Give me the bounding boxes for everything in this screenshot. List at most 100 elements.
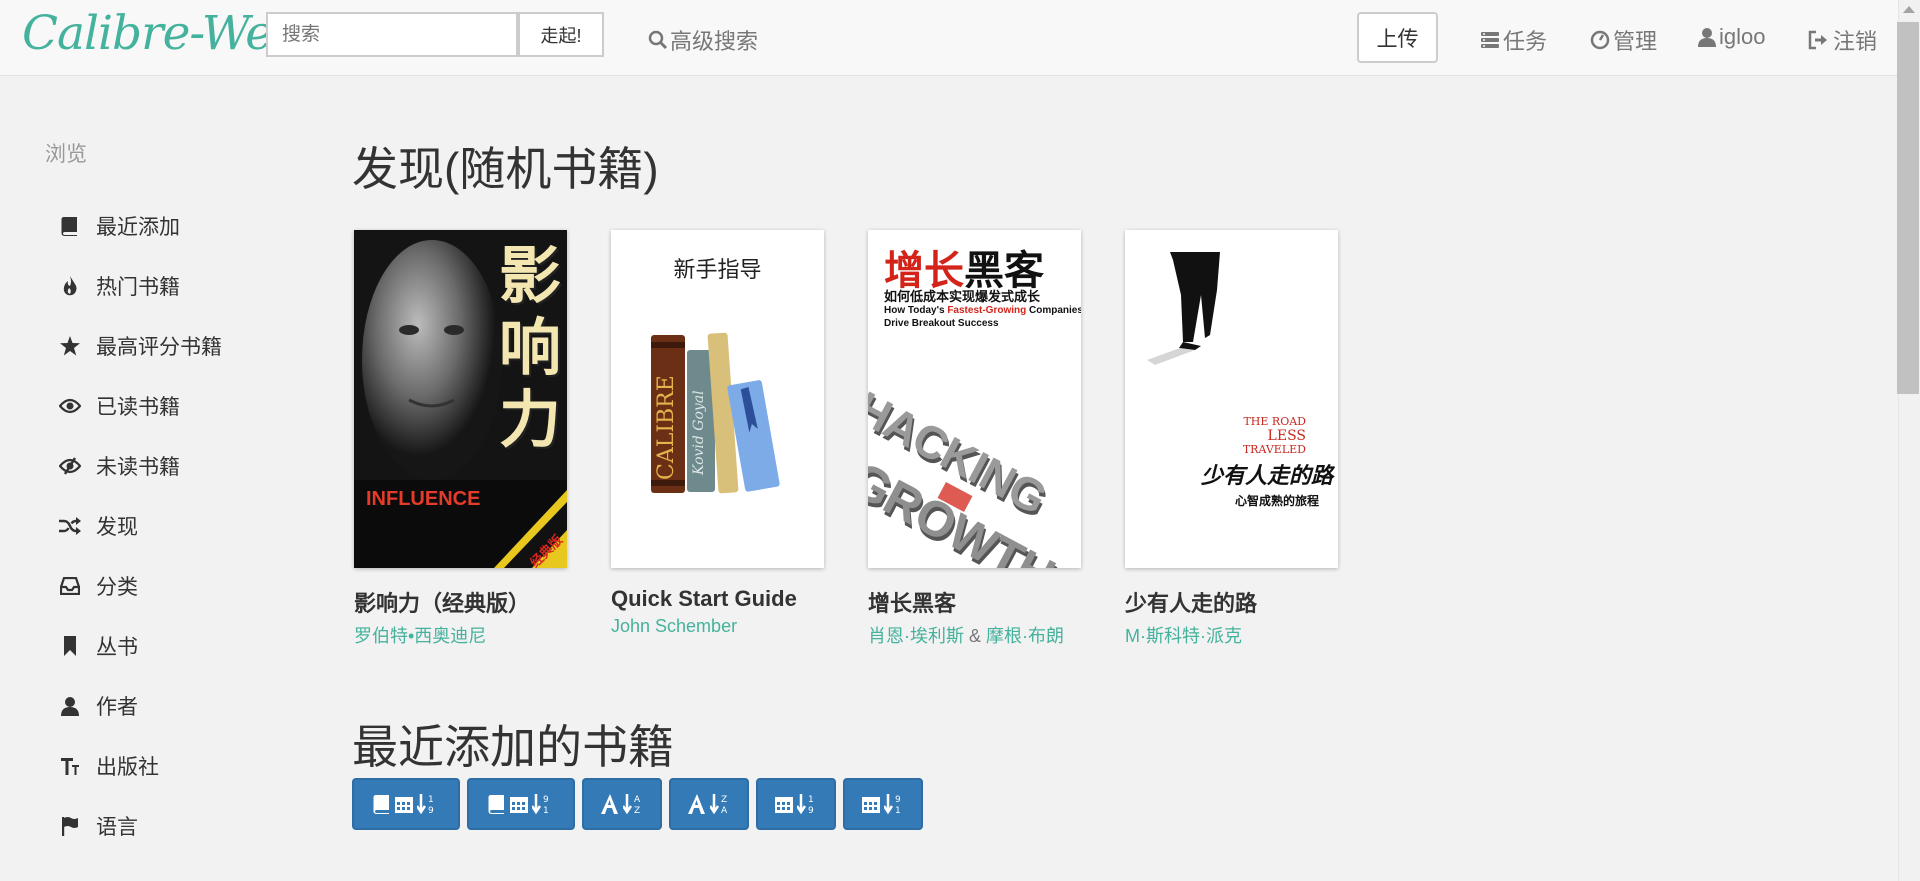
search-go-button[interactable]: 走起!: [518, 12, 604, 57]
advanced-search-label: 高级搜索: [670, 29, 759, 54]
flag-icon: [58, 816, 82, 836]
sort-title-az-button[interactable]: AZ: [582, 778, 662, 830]
search-icon: [648, 30, 668, 50]
book-cover[interactable]: 影 响 力 INFLUENCE 经典版: [354, 230, 567, 568]
calendar-icon: [774, 797, 793, 813]
book-title[interactable]: 少有人走的路: [1125, 586, 1338, 618]
sidebar-item-label: 语言: [96, 816, 138, 839]
svg-text:9: 9: [543, 795, 549, 805]
dashboard-icon: [1590, 30, 1610, 50]
sidebar-item-label: 出版社: [96, 756, 159, 779]
sort-pubdate-new-button[interactable]: 19: [756, 778, 836, 830]
sort-numeric-asc-icon: 91: [883, 794, 901, 815]
search-input[interactable]: [266, 12, 518, 57]
user-link[interactable]: igloo: [1698, 24, 1765, 50]
tasks-icon: [1481, 32, 1499, 48]
admin-label: 管理: [1613, 29, 1658, 54]
cover-eng-line: THE ROAD: [1243, 415, 1306, 428]
cover-eng-text: Drive Breakout Success: [884, 318, 999, 329]
sidebar-item-label: 丛书: [96, 636, 138, 659]
sort-pubdate-old-button[interactable]: 91: [843, 778, 923, 830]
cover-subtitle: INFLUENCE: [366, 488, 481, 510]
sidebar-item-label: 最高评分书籍: [96, 336, 222, 359]
sidebar-item-series[interactable]: 丛书: [58, 631, 138, 661]
sidebar-item-unread[interactable]: 未读书籍: [58, 451, 180, 481]
book-card: THE ROAD LESS TRAVELED 少有人走的路 心智成熟的旅程 少有…: [1125, 230, 1338, 648]
sidebar-item-discover[interactable]: 发现: [58, 511, 138, 541]
sidebar-item-top-rated[interactable]: 最高评分书籍: [58, 331, 222, 361]
cover-eng-text: Companies: [1029, 305, 1081, 316]
svg-text:Z: Z: [721, 795, 727, 805]
recent-section-title: 最近添加的书籍: [352, 721, 674, 773]
cover-spine-text: CALIBRE: [654, 375, 679, 480]
star-icon: [58, 336, 82, 356]
top-navbar: Calibre-Web 走起! 高级搜索 上传 任务 管理 igloo 注销: [0, 0, 1898, 76]
sidebar-item-publishers[interactable]: 出版社: [58, 751, 159, 781]
svg-text:1: 1: [543, 806, 549, 815]
sidebar-item-label: 发现: [96, 516, 138, 539]
tasks-link[interactable]: 任务: [1480, 24, 1547, 56]
cover-spine-author: Kovid Goyal: [691, 390, 707, 475]
admin-link[interactable]: 管理: [1590, 24, 1657, 56]
author-link[interactable]: 罗伯特•西奥迪尼: [354, 626, 486, 646]
book-title[interactable]: 增长黑客: [868, 586, 1081, 618]
logout-link[interactable]: 注销: [1808, 24, 1877, 56]
book-icon: [373, 795, 389, 814]
sort-title-za-button[interactable]: ZA: [669, 778, 749, 830]
book-icon: [488, 795, 504, 814]
bookmark-icon: [58, 636, 82, 656]
cover-subtitle: 如何低成本实现爆发式成长: [884, 289, 1041, 304]
svg-text:1: 1: [808, 795, 814, 805]
scroll-up-arrow-icon[interactable]: [1903, 6, 1915, 13]
eye-icon: [58, 398, 82, 414]
svg-text:9: 9: [808, 806, 814, 815]
author-link[interactable]: 肖恩·埃利斯: [868, 626, 964, 646]
scrollbar-thumb[interactable]: [1897, 22, 1919, 394]
sort-button-group: 19 91 AZ ZA 19 91: [352, 778, 923, 830]
book-cover[interactable]: 增长黑客 如何低成本实现爆发式成长 How Today's Fastest-Gr…: [868, 230, 1081, 568]
sidebar-item-languages[interactable]: 语言: [58, 811, 138, 841]
svg-text:1: 1: [428, 795, 434, 805]
brand-logo[interactable]: Calibre-Web: [22, 6, 302, 61]
author-link[interactable]: M·斯科特·派克: [1125, 626, 1242, 646]
cover-eng-red: Fastest-Growing: [947, 305, 1027, 316]
sidebar-item-hot[interactable]: 热门书籍: [58, 271, 180, 301]
sidebar-item-authors[interactable]: 作者: [58, 691, 138, 721]
cover-cn-title: 少有人走的路: [1201, 463, 1334, 489]
sidebar-item-label: 已读书籍: [96, 396, 180, 419]
cover-cn-subtitle: 心智成熟的旅程: [1235, 494, 1320, 508]
text-size-icon: [58, 756, 82, 776]
sort-numeric-desc-icon: 19: [796, 794, 814, 815]
book-title[interactable]: 影响力（经典版）: [354, 586, 567, 618]
svg-text:9: 9: [895, 795, 901, 805]
upload-button[interactable]: 上传: [1357, 12, 1438, 63]
advanced-search-link[interactable]: 高级搜索: [648, 24, 758, 56]
cover-eng-text: How Today's: [884, 305, 945, 316]
tasks-label: 任务: [1503, 29, 1548, 54]
book-cover[interactable]: THE ROAD LESS TRAVELED 少有人走的路 心智成熟的旅程: [1125, 230, 1338, 568]
sidebar-item-label: 热门书籍: [96, 276, 180, 299]
user-label: igloo: [1719, 24, 1766, 49]
sidebar-item-read[interactable]: 已读书籍: [58, 391, 180, 421]
cover-eng-line: TRAVELED: [1242, 443, 1306, 456]
calendar-icon: [395, 797, 413, 813]
fire-icon: [58, 276, 82, 296]
sidebar-item-recent[interactable]: 最近添加: [58, 211, 180, 241]
cover-big-char: 力: [498, 383, 561, 456]
sort-added-new-button[interactable]: 19: [352, 778, 460, 830]
calendar-icon: [861, 797, 880, 813]
book-card: 新手指导 CALIBRE Kovid Goyal Quick Start Gui…: [611, 230, 824, 637]
svg-text:A: A: [634, 795, 641, 805]
author-link[interactable]: 摩根·布朗: [986, 626, 1064, 646]
book-cover[interactable]: 新手指导 CALIBRE Kovid Goyal: [611, 230, 824, 568]
svg-text:Z: Z: [634, 806, 640, 815]
author-link[interactable]: John Schember: [611, 616, 737, 636]
book-author: 罗伯特•西奥迪尼: [354, 622, 567, 648]
sidebar-heading: 浏览: [45, 143, 87, 166]
sort-numeric-asc-icon: 91: [532, 794, 549, 815]
sidebar-item-label: 最近添加: [96, 216, 180, 239]
sidebar-item-categories[interactable]: 分类: [58, 571, 138, 601]
discover-section-title: 发现(随机书籍): [352, 143, 659, 195]
book-title[interactable]: Quick Start Guide: [611, 586, 824, 612]
sort-added-old-button[interactable]: 91: [467, 778, 575, 830]
